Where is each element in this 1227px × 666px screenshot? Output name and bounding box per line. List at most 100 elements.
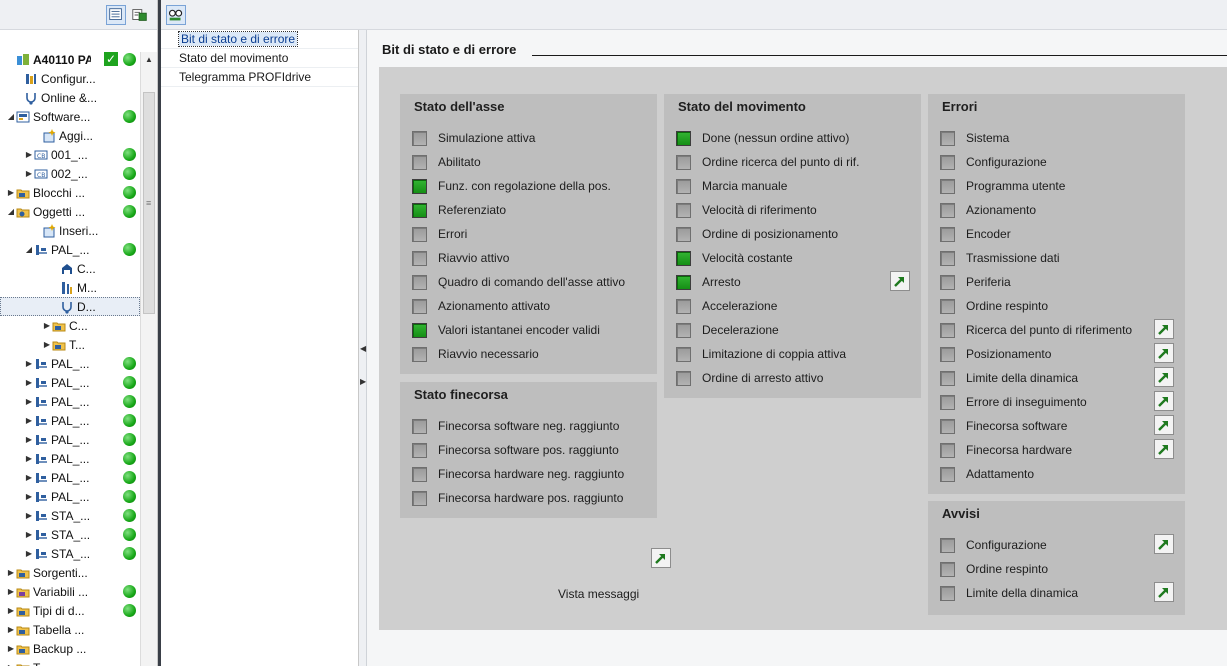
tree-item-label: Inseri...	[59, 223, 99, 238]
tree-item[interactable]: ▶ STA_...	[0, 544, 140, 563]
tree-item[interactable]: ▶ STA_...	[0, 525, 140, 544]
goto-button[interactable]	[1154, 343, 1174, 363]
folder-icon	[16, 642, 30, 656]
tree-item[interactable]: D...	[0, 297, 140, 316]
nav-item[interactable]: Telegramma PROFIdrive	[161, 68, 358, 87]
tree-item[interactable]: ▶ C...	[0, 316, 140, 335]
expand-arrow-icon[interactable]: ▶	[24, 549, 34, 558]
expand-arrow-icon[interactable]: ▶	[24, 511, 34, 520]
tree-item[interactable]: Aggi...	[0, 126, 140, 145]
goto-button[interactable]	[1154, 439, 1174, 459]
tree-item[interactable]: ▶ PAL_...	[0, 392, 140, 411]
tree-item[interactable]: ▶ PAL_...	[0, 354, 140, 373]
status-led-off-icon	[412, 418, 427, 434]
nav-item[interactable]: Stato del movimento	[161, 49, 358, 68]
status-led-off-icon	[940, 585, 955, 601]
collapse-arrow-icon[interactable]: ◢	[24, 245, 34, 254]
status-bit-label: Azionamento attivato	[438, 299, 551, 313]
tree-item[interactable]: ▶ Variabili ...	[0, 582, 140, 601]
goto-button[interactable]	[1154, 415, 1174, 435]
expand-arrow-icon[interactable]: ▶	[24, 150, 34, 159]
diagnostics-icon	[60, 300, 74, 314]
status-bit-item: Posizionamento	[940, 346, 1051, 362]
tree-item[interactable]: ▶ PAL_...	[0, 430, 140, 449]
expand-arrow-icon[interactable]: ▶	[24, 454, 34, 463]
status-bit-item: Arresto	[676, 274, 741, 290]
expand-arrow-icon[interactable]: ▶	[6, 188, 16, 197]
expand-arrow-icon[interactable]: ▶	[6, 568, 16, 577]
status-bit-item: Ricerca del punto di riferimento	[940, 322, 1132, 338]
monitor-all-button[interactable]	[166, 5, 186, 25]
status-bit-item: Riavvio necessario	[412, 346, 539, 362]
expand-arrow-icon[interactable]: ▶	[42, 321, 52, 330]
goto-button[interactable]	[1154, 534, 1174, 554]
details-view-button[interactable]	[106, 5, 126, 25]
goto-button[interactable]	[1154, 367, 1174, 387]
expand-arrow-icon[interactable]: ▶	[24, 359, 34, 368]
goto-button[interactable]	[890, 271, 910, 291]
expand-arrow-icon[interactable]: ▶	[42, 340, 52, 349]
expand-arrow-icon[interactable]: ▶	[6, 587, 16, 596]
tree-item[interactable]: ▶ PAL_...	[0, 411, 140, 430]
tree-item[interactable]: M...	[0, 278, 140, 297]
collapse-arrow-icon[interactable]: ◢	[6, 112, 16, 121]
navigation-splitter[interactable]: ◀ ▶	[359, 30, 367, 666]
tree-item[interactable]: ▶ PAL_...	[0, 449, 140, 468]
tree-item[interactable]: ▶T...	[0, 335, 140, 354]
collapse-arrow-icon[interactable]: ◢	[6, 207, 16, 216]
tree-item[interactable]: ▶ CB 002_...	[0, 164, 140, 183]
tree-item-label: Tabella ...	[33, 622, 85, 637]
scroll-up-arrow-icon[interactable]: ▲	[141, 52, 157, 68]
goto-button[interactable]	[1154, 391, 1174, 411]
status-led-off-icon	[412, 346, 427, 362]
goto-button[interactable]	[1154, 319, 1174, 339]
tree-item[interactable]: ▶ PAL_...	[0, 373, 140, 392]
tree-item[interactable]: ▶ Tabella ...	[0, 620, 140, 639]
tree-item[interactable]: Configur...	[0, 69, 140, 88]
tree-item[interactable]: ▶ Backup ...	[0, 639, 140, 658]
expand-arrow-icon[interactable]: ▶	[24, 473, 34, 482]
tree-item[interactable]: ◢ Software...	[0, 107, 140, 126]
expand-arrow-icon[interactable]: ▶	[6, 644, 16, 653]
status-led-off-icon	[940, 226, 955, 242]
status-ok-icon	[123, 243, 136, 256]
online-diagnostics-icon	[24, 91, 38, 105]
expand-arrow-icon[interactable]: ▶	[24, 492, 34, 501]
expand-arrow-icon[interactable]: ▶	[24, 397, 34, 406]
status-bit-label: Adattamento	[966, 467, 1035, 481]
tree-item[interactable]: A40110 PA...	[0, 50, 140, 69]
tree-item[interactable]: ▶T...	[0, 658, 140, 666]
block-icon: CB	[34, 148, 48, 162]
tree-item[interactable]: ◢ PAL_...	[0, 240, 140, 259]
list-view-icon	[109, 8, 122, 20]
tree-item[interactable]: ▶ CB 001_...	[0, 145, 140, 164]
goto-arrow-icon	[1158, 421, 1168, 431]
tree-item[interactable]: ▶ PAL_...	[0, 487, 140, 506]
tree-item[interactable]: Inseri...	[0, 221, 140, 240]
goto-button[interactable]	[1154, 582, 1174, 602]
tree-item[interactable]: ▶ PAL_...	[0, 468, 140, 487]
tree-scrollbar[interactable]: ▲ ≡	[140, 52, 157, 666]
tree-item[interactable]: ▶ Sorgenti...	[0, 563, 140, 582]
scrollbar-thumb[interactable]: ≡	[143, 92, 155, 314]
overview-button[interactable]	[130, 5, 150, 25]
tree-item[interactable]: C...	[0, 259, 140, 278]
tree-item[interactable]: ◢ Oggetti ...	[0, 202, 140, 221]
tree-item[interactable]: ▶ STA_...	[0, 506, 140, 525]
expand-arrow-icon[interactable]: ▶	[24, 530, 34, 539]
collapse-left-arrow-icon[interactable]: ◀	[360, 344, 366, 353]
message-view-button[interactable]	[651, 548, 671, 568]
expand-arrow-icon[interactable]: ▶	[6, 625, 16, 634]
expand-arrow-icon[interactable]: ▶	[24, 378, 34, 387]
expand-arrow-icon[interactable]: ▶	[24, 416, 34, 425]
expand-arrow-icon[interactable]: ▶	[24, 435, 34, 444]
nav-item[interactable]: Bit di stato e di errore	[161, 30, 358, 49]
expand-arrow-icon[interactable]: ▶	[6, 606, 16, 615]
expand-arrow-icon[interactable]: ▶	[24, 169, 34, 178]
status-bit-item: Riavvio attivo	[412, 250, 509, 266]
tree-item[interactable]: ▶ Blocchi ...	[0, 183, 140, 202]
expand-right-arrow-icon[interactable]: ▶	[360, 377, 366, 386]
tree-item[interactable]: ▶ Tipi di d...	[0, 601, 140, 620]
status-bit-item: Azionamento	[940, 202, 1036, 218]
tree-item[interactable]: Online &...	[0, 88, 140, 107]
